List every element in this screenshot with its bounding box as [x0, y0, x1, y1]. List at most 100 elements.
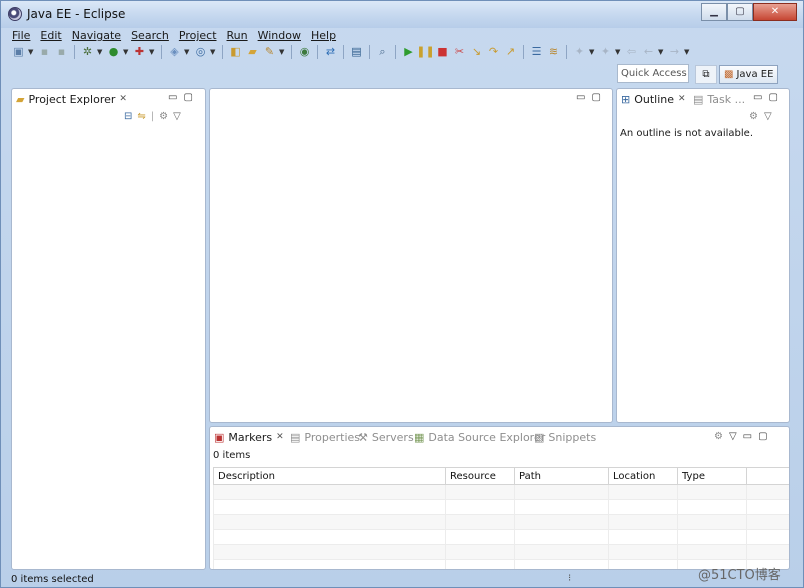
- java-ee-perspective-button[interactable]: ▩ Java EE: [719, 64, 779, 84]
- outline-toolbar: ⚙ ▽: [749, 111, 772, 122]
- link-with-editor-icon[interactable]: ⇋: [137, 111, 145, 122]
- tab-project-explorer[interactable]: ▰ Project Explorer ✕: [16, 90, 127, 109]
- pen-icon[interactable]: ✎: [262, 45, 277, 59]
- new-server-icon[interactable]: ◈: [167, 45, 182, 59]
- pen-dropdown-icon[interactable]: ▼: [279, 48, 286, 56]
- column-description[interactable]: Description: [213, 467, 446, 485]
- data-source-icon: ▦: [414, 431, 425, 444]
- run-dropdown-icon[interactable]: ▼: [123, 48, 130, 56]
- open-perspective-icon[interactable]: ⧉: [695, 64, 717, 84]
- markers-count: 0 items: [213, 450, 251, 461]
- maximize-view-icon[interactable]: ▢: [758, 431, 767, 442]
- menu-file[interactable]: File: [7, 28, 35, 44]
- view-menu-icon[interactable]: ▽: [173, 111, 181, 122]
- menu-help[interactable]: Help: [306, 28, 341, 44]
- open-type-icon[interactable]: ◧: [228, 45, 243, 59]
- run-icon[interactable]: ●: [106, 45, 121, 59]
- menu-search[interactable]: Search: [126, 28, 174, 44]
- back-dropdown-icon[interactable]: ▼: [658, 48, 665, 56]
- tab-servers[interactable]: ⚒ Servers: [358, 428, 414, 447]
- menu-run[interactable]: Run: [222, 28, 253, 44]
- close-button[interactable]: ✕: [753, 3, 797, 21]
- editor-controls: ▭ ▢: [576, 92, 601, 103]
- folder-icon: ▰: [16, 93, 25, 106]
- tab-data-source-explorer[interactable]: ▦ Data Source Explorer: [414, 428, 545, 447]
- debug-dropdown-icon[interactable]: ▼: [97, 48, 104, 56]
- debug-icon[interactable]: ✲: [80, 45, 95, 59]
- column-resource[interactable]: Resource: [445, 467, 515, 485]
- tab-snippets[interactable]: ▧ Snippets: [534, 428, 596, 447]
- view-settings-icon[interactable]: ⚙: [159, 111, 168, 122]
- save-all-icon[interactable]: ▪: [54, 45, 69, 59]
- tab-markers[interactable]: ▣ Markers ✕: [214, 428, 284, 447]
- edit-location-dropdown-icon[interactable]: ▼: [615, 48, 622, 56]
- toolbar-separator: [161, 45, 162, 59]
- terminate-icon[interactable]: ■: [435, 45, 450, 59]
- search-icon[interactable]: ⌕: [375, 45, 390, 59]
- minimize-view-icon[interactable]: ▭: [168, 92, 177, 103]
- new-web-service-icon[interactable]: ◎: [193, 45, 208, 59]
- view-menu-icon[interactable]: ▽: [729, 431, 737, 442]
- sync-icon[interactable]: ⇄: [323, 45, 338, 59]
- minimize-button[interactable]: ▁: [701, 3, 727, 21]
- markers-panel: ▣ Markers ✕ ▤ Properties ⚒ Servers ▦ Dat…: [209, 426, 790, 570]
- new-server-dropdown-icon[interactable]: ▼: [184, 48, 191, 56]
- maximize-editor-icon[interactable]: ▢: [591, 92, 600, 103]
- forward-dropdown-icon[interactable]: ▼: [684, 48, 691, 56]
- java-ee-perspective-icon: ▩: [724, 68, 734, 80]
- open-folder-icon[interactable]: ▰: [245, 45, 260, 59]
- collapse-all-icon[interactable]: ⊟: [124, 111, 132, 122]
- minimize-view-icon[interactable]: ▭: [753, 92, 762, 103]
- edit-location-icon[interactable]: ✦: [598, 45, 613, 59]
- save-icon[interactable]: ▪: [37, 45, 52, 59]
- column-path[interactable]: Path: [514, 467, 609, 485]
- project-explorer-toolbar: ⊟ ⇋ | ⚙ ▽: [124, 111, 181, 122]
- window-controls: ▁ ▢ ✕: [701, 3, 797, 21]
- globe-icon[interactable]: ◉: [297, 45, 312, 59]
- column-type[interactable]: Type: [677, 467, 747, 485]
- menu-navigate[interactable]: Navigate: [67, 28, 126, 44]
- external-tools-dropdown-icon[interactable]: ▼: [149, 48, 156, 56]
- menu-window[interactable]: Window: [253, 28, 306, 44]
- console-icon[interactable]: ▤: [349, 45, 364, 59]
- tab-outline[interactable]: ⊞ Outline ✕: [621, 90, 686, 109]
- new-icon[interactable]: ▣: [11, 45, 26, 59]
- tab-properties[interactable]: ▤ Properties: [290, 428, 360, 447]
- view-settings-icon[interactable]: ⚙: [714, 431, 723, 442]
- tab-task-list[interactable]: ▤ Task ...: [693, 90, 745, 109]
- outline-icon: ⊞: [621, 93, 631, 106]
- menu-project[interactable]: Project: [174, 28, 222, 44]
- new-dropdown-icon[interactable]: ▼: [28, 48, 35, 56]
- close-tab-icon[interactable]: ✕: [276, 428, 284, 447]
- minimize-editor-icon[interactable]: ▭: [576, 92, 585, 103]
- annotation-icon[interactable]: ✦: [572, 45, 587, 59]
- close-tab-icon[interactable]: ✕: [119, 90, 127, 109]
- step-over-icon[interactable]: ↷: [486, 45, 501, 59]
- maximize-button[interactable]: ▢: [727, 3, 753, 21]
- column-location[interactable]: Location: [608, 467, 678, 485]
- resume-icon[interactable]: ▶: [401, 45, 416, 59]
- back-icon[interactable]: ⇦: [624, 45, 639, 59]
- step-return-icon[interactable]: ↗: [503, 45, 518, 59]
- toggle-breakpoint-icon[interactable]: ☰: [529, 45, 544, 59]
- tab-data-source-explorer-label: Data Source Explorer: [428, 431, 546, 444]
- new-web-service-dropdown-icon[interactable]: ▼: [210, 48, 217, 56]
- view-settings-icon[interactable]: ⚙: [749, 111, 758, 122]
- outline-tabstrip: ⊞ Outline ✕ ▤ Task ... ▭ ▢: [617, 89, 789, 109]
- maximize-view-icon[interactable]: ▢: [183, 92, 192, 103]
- quick-access-input[interactable]: Quick Access: [617, 64, 689, 83]
- minimize-view-icon[interactable]: ▭: [743, 431, 752, 442]
- skip-breakpoints-icon[interactable]: ≋: [546, 45, 561, 59]
- menu-edit[interactable]: Edit: [35, 28, 66, 44]
- view-menu-icon[interactable]: ▽: [764, 111, 772, 122]
- disconnect-icon[interactable]: ✂: [452, 45, 467, 59]
- external-tools-icon[interactable]: ✚: [132, 45, 147, 59]
- back-arrow-icon[interactable]: ←: [641, 45, 656, 59]
- maximize-view-icon[interactable]: ▢: [768, 92, 777, 103]
- forward-arrow-icon[interactable]: →: [667, 45, 682, 59]
- step-into-icon[interactable]: ↘: [469, 45, 484, 59]
- close-tab-icon[interactable]: ✕: [678, 90, 686, 109]
- editor-area[interactable]: ▭ ▢: [209, 88, 613, 423]
- annotation-dropdown-icon[interactable]: ▼: [589, 48, 596, 56]
- suspend-icon[interactable]: ❚❚: [416, 45, 434, 59]
